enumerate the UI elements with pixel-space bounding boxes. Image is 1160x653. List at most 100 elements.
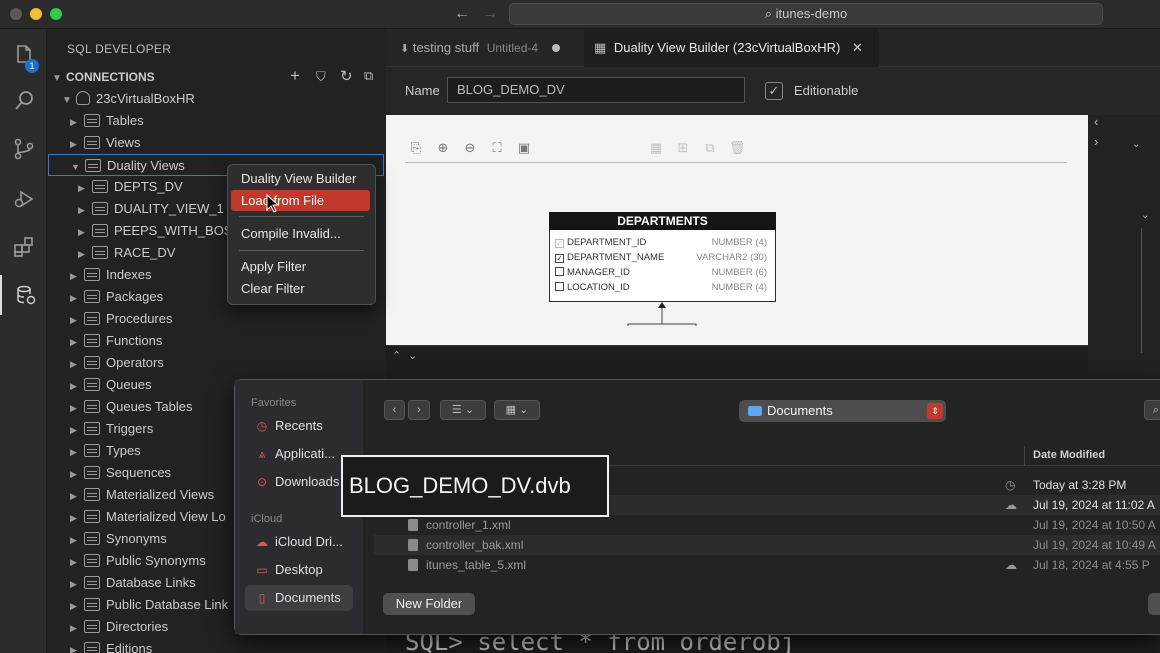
- link-icon[interactable]: ⧉: [702, 140, 718, 156]
- add-table-icon[interactable]: ▦: [648, 140, 664, 156]
- source-control-icon[interactable]: [0, 129, 47, 169]
- filter-icon[interactable]: ⛉: [316, 69, 326, 85]
- entity-column-row[interactable]: LOCATION_ID NUMBER (4): [555, 280, 771, 295]
- dialog-sidebar-item[interactable]: ▭ Desktop: [245, 557, 353, 583]
- sidebar-item[interactable]: ▶ Functions: [70, 330, 162, 352]
- add-connection-icon[interactable]: +: [290, 66, 300, 86]
- cancel-button[interactable]: [1148, 593, 1160, 615]
- editionable-checkbox[interactable]: ✓: [765, 82, 783, 100]
- fit-to-screen-icon[interactable]: ⛶: [489, 140, 505, 156]
- actual-size-icon[interactable]: ▣: [516, 140, 532, 156]
- sidebar-item[interactable]: ▶ Triggers: [70, 418, 153, 440]
- dialog-search-button[interactable]: ⌕: [1144, 400, 1160, 420]
- minimize-window-icon[interactable]: [30, 8, 42, 20]
- forward-arrow-icon[interactable]: →: [482, 5, 498, 23]
- sidebar-item[interactable]: ▶ Types: [70, 440, 141, 462]
- tab-testing-stuff[interactable]: ⬇ testing stuff Untitled-4: [390, 29, 570, 67]
- sidebar-item[interactable]: ▶ PEEPS_WITH_BOS: [78, 220, 232, 242]
- dialog-sidebar-item[interactable]: ⩓ Applicati...: [245, 441, 353, 467]
- file-row[interactable]: controller_1.xml Jul 19, 2024 at 10:50 A: [374, 515, 1160, 535]
- column-checkbox[interactable]: ✓: [555, 239, 564, 248]
- file-row[interactable]: itunes_table_5.xml ☁ Jul 18, 2024 at 4:55 …: [374, 555, 1160, 575]
- clock-icon: ◷: [1005, 478, 1016, 492]
- dialog-sidebar-item[interactable]: ☁ iCloud Dri...: [245, 529, 353, 555]
- panel-divider: [1141, 228, 1142, 353]
- file-row[interactable]: controller_bak.xml Jul 19, 2024 at 10:49 …: [374, 535, 1160, 555]
- sidebar-item[interactable]: ▶ DUALITY_VIEW_1: [78, 198, 224, 220]
- dialog-sidebar-item[interactable]: ◷ Recents: [245, 413, 353, 439]
- sidebar-item[interactable]: ▶ Queues: [70, 374, 152, 396]
- sidebar-item[interactable]: ▶ Sequences: [70, 462, 171, 484]
- chevron-down-icon[interactable]: ⌄: [1141, 210, 1149, 221]
- close-tab-icon[interactable]: ✕: [852, 40, 863, 55]
- chevron-right-icon[interactable]: ›: [1094, 134, 1098, 149]
- back-arrow-icon[interactable]: ←: [454, 5, 470, 23]
- list-view-button[interactable]: ☰ ⌄: [440, 400, 486, 420]
- activity-bar: 1: [0, 29, 47, 653]
- collapse-all-icon[interactable]: ⧉: [364, 68, 373, 84]
- new-folder-button[interactable]: New Folder: [383, 593, 475, 615]
- location-select[interactable]: Documents ⇕: [739, 400, 946, 422]
- add-column-icon[interactable]: ⊞: [675, 140, 691, 156]
- context-menu-item[interactable]: Duality View Builder: [231, 168, 370, 189]
- folder-table-icon: [84, 510, 100, 523]
- column-checkbox[interactable]: [555, 282, 564, 291]
- name-input[interactable]: BLOG_DEMO_DV: [447, 77, 745, 103]
- sidebar-item[interactable]: ▶ Directories: [70, 616, 168, 638]
- tab-duality-view-builder[interactable]: ▦ Duality View Builder (23cVirtualBoxHR)…: [584, 29, 879, 67]
- refresh-icon[interactable]: ↻: [340, 67, 353, 85]
- extensions-icon[interactable]: [0, 227, 47, 267]
- context-menu-item[interactable]: Apply Filter: [231, 256, 370, 277]
- explorer-icon[interactable]: 1: [0, 35, 47, 75]
- connection-node[interactable]: ▼ 23cVirtualBoxHR: [62, 88, 195, 110]
- database-icon: [76, 91, 90, 105]
- sidebar-item[interactable]: ▶ Editions: [70, 638, 152, 653]
- sidebar-item[interactable]: ▶ Database Links: [70, 572, 196, 594]
- sidebar-item[interactable]: ▶ Packages: [70, 286, 163, 308]
- sidebar-item[interactable]: ▶ Indexes: [70, 264, 152, 286]
- close-window-icon[interactable]: [10, 8, 22, 20]
- date-modified-header[interactable]: Date Modified: [1033, 449, 1105, 461]
- sidebar-item[interactable]: ▶ Operators: [70, 352, 164, 374]
- save-diagram-icon[interactable]: ⎘: [408, 140, 424, 156]
- command-search-box[interactable]: ⌕ itunes-demo: [509, 3, 1103, 25]
- sidebar-item[interactable]: ▶ Procedures: [70, 308, 172, 330]
- mouse-cursor-icon: [266, 194, 280, 213]
- sidebar-item[interactable]: ▶ Public Synonyms: [70, 550, 206, 572]
- connections-header[interactable]: ▼ CONNECTIONS: [52, 70, 155, 84]
- sidebar-item[interactable]: ▶ Public Database Link: [70, 594, 228, 616]
- context-menu-item[interactable]: Clear Filter: [231, 278, 370, 299]
- entity-column-row[interactable]: MANAGER_ID NUMBER (6): [555, 265, 771, 280]
- dialog-forward-button[interactable]: ›: [408, 400, 430, 420]
- chevron-down-icon[interactable]: ⌄: [1132, 139, 1140, 150]
- sidebar-item[interactable]: ▶ Materialized Views: [70, 484, 214, 506]
- sidebar-item[interactable]: ▶ Tables: [70, 110, 144, 132]
- dialog-back-button[interactable]: ‹: [384, 400, 405, 420]
- search-icon[interactable]: [0, 81, 47, 121]
- context-menu-item[interactable]: Compile Invalid...: [231, 223, 370, 244]
- zoom-in-icon[interactable]: ⊕: [435, 140, 451, 156]
- chevron-left-icon[interactable]: ‹: [1094, 114, 1098, 129]
- column-checkbox[interactable]: [555, 267, 564, 276]
- column-checkbox[interactable]: ✓: [555, 254, 564, 263]
- chevron-down-icon[interactable]: ⌄: [408, 349, 417, 362]
- run-debug-icon[interactable]: [0, 179, 47, 219]
- delete-icon[interactable]: 🗑: [729, 140, 746, 156]
- entity-column-row[interactable]: ✓ DEPARTMENT_NAME VARCHAR2 (30): [555, 250, 771, 265]
- sidebar-item[interactable]: ▶ Views: [70, 132, 140, 154]
- sidebar-item[interactable]: ▶ RACE_DV: [78, 242, 175, 264]
- dialog-sidebar-item[interactable]: ▯ Documents: [245, 585, 353, 611]
- dialog-sidebar-item[interactable]: ⊙ Downloads: [245, 469, 353, 495]
- sidebar-item[interactable]: ▶ Materialized View Lo: [70, 506, 226, 528]
- zoom-window-icon[interactable]: [50, 8, 62, 20]
- zoom-out-icon[interactable]: ⊖: [462, 140, 478, 156]
- sql-developer-icon[interactable]: [0, 275, 47, 315]
- sidebar-item[interactable]: ▶ DEPTS_DV: [78, 176, 183, 198]
- entity-column-row[interactable]: ✓ DEPARTMENT_ID NUMBER (4): [555, 235, 771, 250]
- chevron-up-icon[interactable]: ⌃: [392, 349, 401, 362]
- sidebar-item[interactable]: ▶ Queues Tables: [70, 396, 193, 418]
- context-menu-item[interactable]: Load from File: [231, 190, 370, 211]
- grid-view-button[interactable]: ▦ ⌄: [494, 400, 540, 420]
- sidebar-item[interactable]: ▶ Synonyms: [70, 528, 167, 550]
- sidebar-item-label: RACE_DV: [114, 245, 176, 260]
